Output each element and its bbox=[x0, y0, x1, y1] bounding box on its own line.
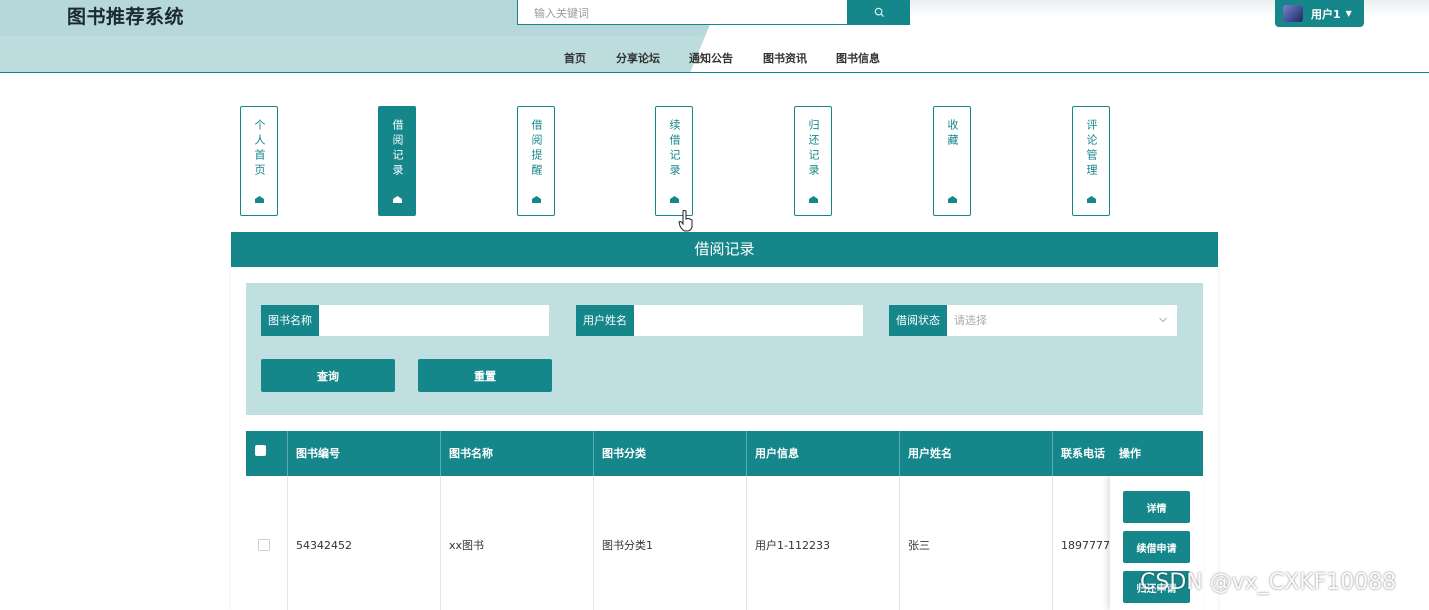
main-nav: 首页 分享论坛 通知公告 图书资讯 图书信息 bbox=[0, 50, 1429, 66]
chevron-down-icon bbox=[1159, 317, 1167, 323]
home-icon bbox=[670, 196, 679, 203]
avatar bbox=[1283, 5, 1303, 22]
home-icon bbox=[948, 196, 957, 203]
cell-category: 图书分类1 bbox=[594, 476, 747, 610]
tab-borrow-reminder[interactable]: 借阅提醒 bbox=[517, 106, 555, 216]
page-title: 借阅记录 bbox=[231, 232, 1218, 267]
user-name-filter: 用户姓名 bbox=[576, 305, 863, 336]
cell-phone: 189777788 bbox=[1061, 539, 1113, 552]
caret-down-icon: ▼ bbox=[1345, 9, 1352, 18]
book-name-label: 图书名称 bbox=[261, 305, 319, 336]
table-row: 54342452 xx图书 图书分类1 用户1-112233 张三 189777… bbox=[246, 476, 1203, 610]
tab-label: 归还记录 bbox=[807, 119, 820, 179]
tab-label: 个人首页 bbox=[253, 119, 266, 179]
tab-favorites[interactable]: 收藏 bbox=[933, 106, 971, 216]
table-header: 图书编号 图书名称 图书分类 用户信息 用户姓名 联系电话 操作 bbox=[246, 431, 1203, 476]
user-name-label: 用户姓名 bbox=[576, 305, 634, 336]
status-filter: 借阅状态 请选择 bbox=[889, 305, 1177, 336]
cell-user-info: 用户1-112233 bbox=[747, 476, 900, 610]
cell-book-name: xx图书 bbox=[441, 476, 594, 610]
cell-user-name: 张三 bbox=[900, 476, 1053, 610]
home-icon bbox=[393, 196, 402, 203]
reset-button[interactable]: 重置 bbox=[418, 359, 552, 392]
nav-notice[interactable]: 通知公告 bbox=[689, 50, 733, 66]
home-icon bbox=[1087, 196, 1096, 203]
col-actions: 操作 bbox=[1119, 447, 1141, 460]
tab-label: 借阅记录 bbox=[391, 119, 404, 179]
user-name-input[interactable] bbox=[634, 305, 863, 336]
query-button[interactable]: 查询 bbox=[261, 359, 395, 392]
renew-request-button[interactable]: 续借申请 bbox=[1123, 531, 1190, 563]
home-icon bbox=[532, 196, 541, 203]
filter-area bbox=[246, 283, 1203, 415]
tab-return-records[interactable]: 归还记录 bbox=[794, 106, 832, 216]
tab-profile[interactable]: 个人首页 bbox=[240, 106, 278, 216]
book-name-input[interactable] bbox=[319, 305, 549, 336]
col-book-name: 图书名称 bbox=[441, 431, 594, 476]
status-placeholder: 请选择 bbox=[954, 314, 987, 327]
select-all-cell bbox=[246, 431, 288, 476]
header-divider bbox=[0, 72, 1429, 73]
row-select-cell bbox=[246, 476, 288, 610]
col-user-name: 用户姓名 bbox=[900, 431, 1053, 476]
tab-renew-records[interactable]: 续借记录 bbox=[655, 106, 693, 216]
tab-comments[interactable]: 评论管理 bbox=[1072, 106, 1110, 216]
nav-books[interactable]: 图书信息 bbox=[836, 50, 880, 66]
col-book-id: 图书编号 bbox=[288, 431, 441, 476]
user-menu-button[interactable]: 用户1 ▼ bbox=[1275, 0, 1364, 27]
site-title: 图书推荐系统 bbox=[67, 6, 185, 28]
details-button[interactable]: 详情 bbox=[1123, 491, 1190, 523]
book-name-filter: 图书名称 bbox=[261, 305, 549, 336]
col-user-info: 用户信息 bbox=[747, 431, 900, 476]
cell-book-id: 54342452 bbox=[288, 476, 441, 610]
hand-cursor-icon bbox=[678, 210, 693, 232]
select-all-checkbox[interactable] bbox=[255, 445, 266, 456]
tab-label: 评论管理 bbox=[1085, 119, 1098, 179]
col-category: 图书分类 bbox=[594, 431, 747, 476]
status-select[interactable]: 请选择 bbox=[947, 305, 1177, 336]
search-button[interactable] bbox=[848, 0, 910, 25]
home-icon bbox=[809, 196, 818, 203]
tab-borrow-records[interactable]: 借阅记录 bbox=[378, 106, 416, 216]
watermark: CSDN @vx_CXKF10088 bbox=[1140, 570, 1397, 595]
tab-label: 借阅提醒 bbox=[530, 119, 543, 179]
search-input[interactable]: 输入关键词 bbox=[517, 0, 848, 25]
user-name: 用户1 bbox=[1311, 7, 1341, 21]
tab-label: 续借记录 bbox=[668, 119, 681, 179]
tab-label: 收藏 bbox=[946, 119, 959, 149]
nav-home[interactable]: 首页 bbox=[564, 50, 586, 66]
status-label: 借阅状态 bbox=[889, 305, 947, 336]
nav-forum[interactable]: 分享论坛 bbox=[616, 50, 660, 66]
search-icon bbox=[874, 7, 884, 18]
col-phone: 联系电话 bbox=[1061, 447, 1105, 460]
row-checkbox[interactable] bbox=[258, 539, 270, 551]
nav-news[interactable]: 图书资讯 bbox=[763, 50, 807, 66]
home-icon bbox=[255, 196, 264, 203]
